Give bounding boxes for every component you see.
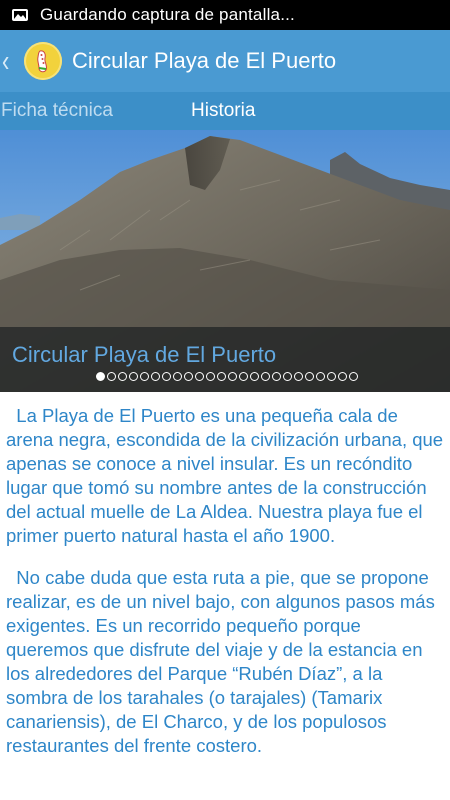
hero-image-carousel[interactable]: Circular Playa de El Puerto (0, 130, 450, 392)
action-bar: ‹ Circular Playa de El Puerto (0, 30, 450, 92)
hiking-shoe-logo-icon[interactable] (24, 42, 62, 80)
screenshot-image-icon (12, 9, 28, 21)
pager-dot[interactable] (206, 372, 215, 381)
pager-dot[interactable] (228, 372, 237, 381)
status-bar: Guardando captura de pantalla... (0, 0, 450, 30)
tab-historia[interactable]: Historia (191, 92, 255, 130)
pager-dot[interactable] (316, 372, 325, 381)
status-notification-text: Guardando captura de pantalla... (40, 5, 295, 24)
pager-dot[interactable] (261, 372, 270, 381)
historia-content: La Playa de El Puerto es una pequeña cal… (6, 404, 444, 776)
pager-dot[interactable] (283, 372, 292, 381)
pager-dot[interactable] (294, 372, 303, 381)
pager-dot[interactable] (129, 372, 138, 381)
carousel-pager (96, 372, 358, 381)
paragraph: La Playa de El Puerto es una pequeña cal… (6, 405, 449, 546)
pager-dot[interactable] (305, 372, 314, 381)
pager-dot[interactable] (239, 372, 248, 381)
tab-bar: Ficha técnica Historia (0, 92, 450, 130)
pager-dot[interactable] (338, 372, 347, 381)
pager-dot[interactable] (184, 372, 193, 381)
pager-dot[interactable] (217, 372, 226, 381)
hero-caption-title: Circular Playa de El Puerto (12, 342, 277, 367)
tab-ficha-tecnica[interactable]: Ficha técnica (1, 92, 191, 130)
chevron-left-icon[interactable]: ‹ (2, 43, 20, 79)
pager-dot[interactable] (349, 372, 358, 381)
app-title: Circular Playa de El Puerto (72, 48, 337, 73)
pager-dot[interactable] (140, 372, 149, 381)
pager-dot[interactable] (250, 372, 259, 381)
paragraph: No cabe duda que esta ruta a pie, que se… (6, 567, 440, 756)
pager-dot[interactable] (327, 372, 336, 381)
pager-dot[interactable] (151, 372, 160, 381)
pager-dot[interactable] (96, 372, 105, 381)
pager-dot[interactable] (272, 372, 281, 381)
pager-dot[interactable] (118, 372, 127, 381)
pager-dot[interactable] (107, 372, 116, 381)
pager-dot[interactable] (195, 372, 204, 381)
pager-dot[interactable] (173, 372, 182, 381)
pager-dot[interactable] (162, 372, 171, 381)
